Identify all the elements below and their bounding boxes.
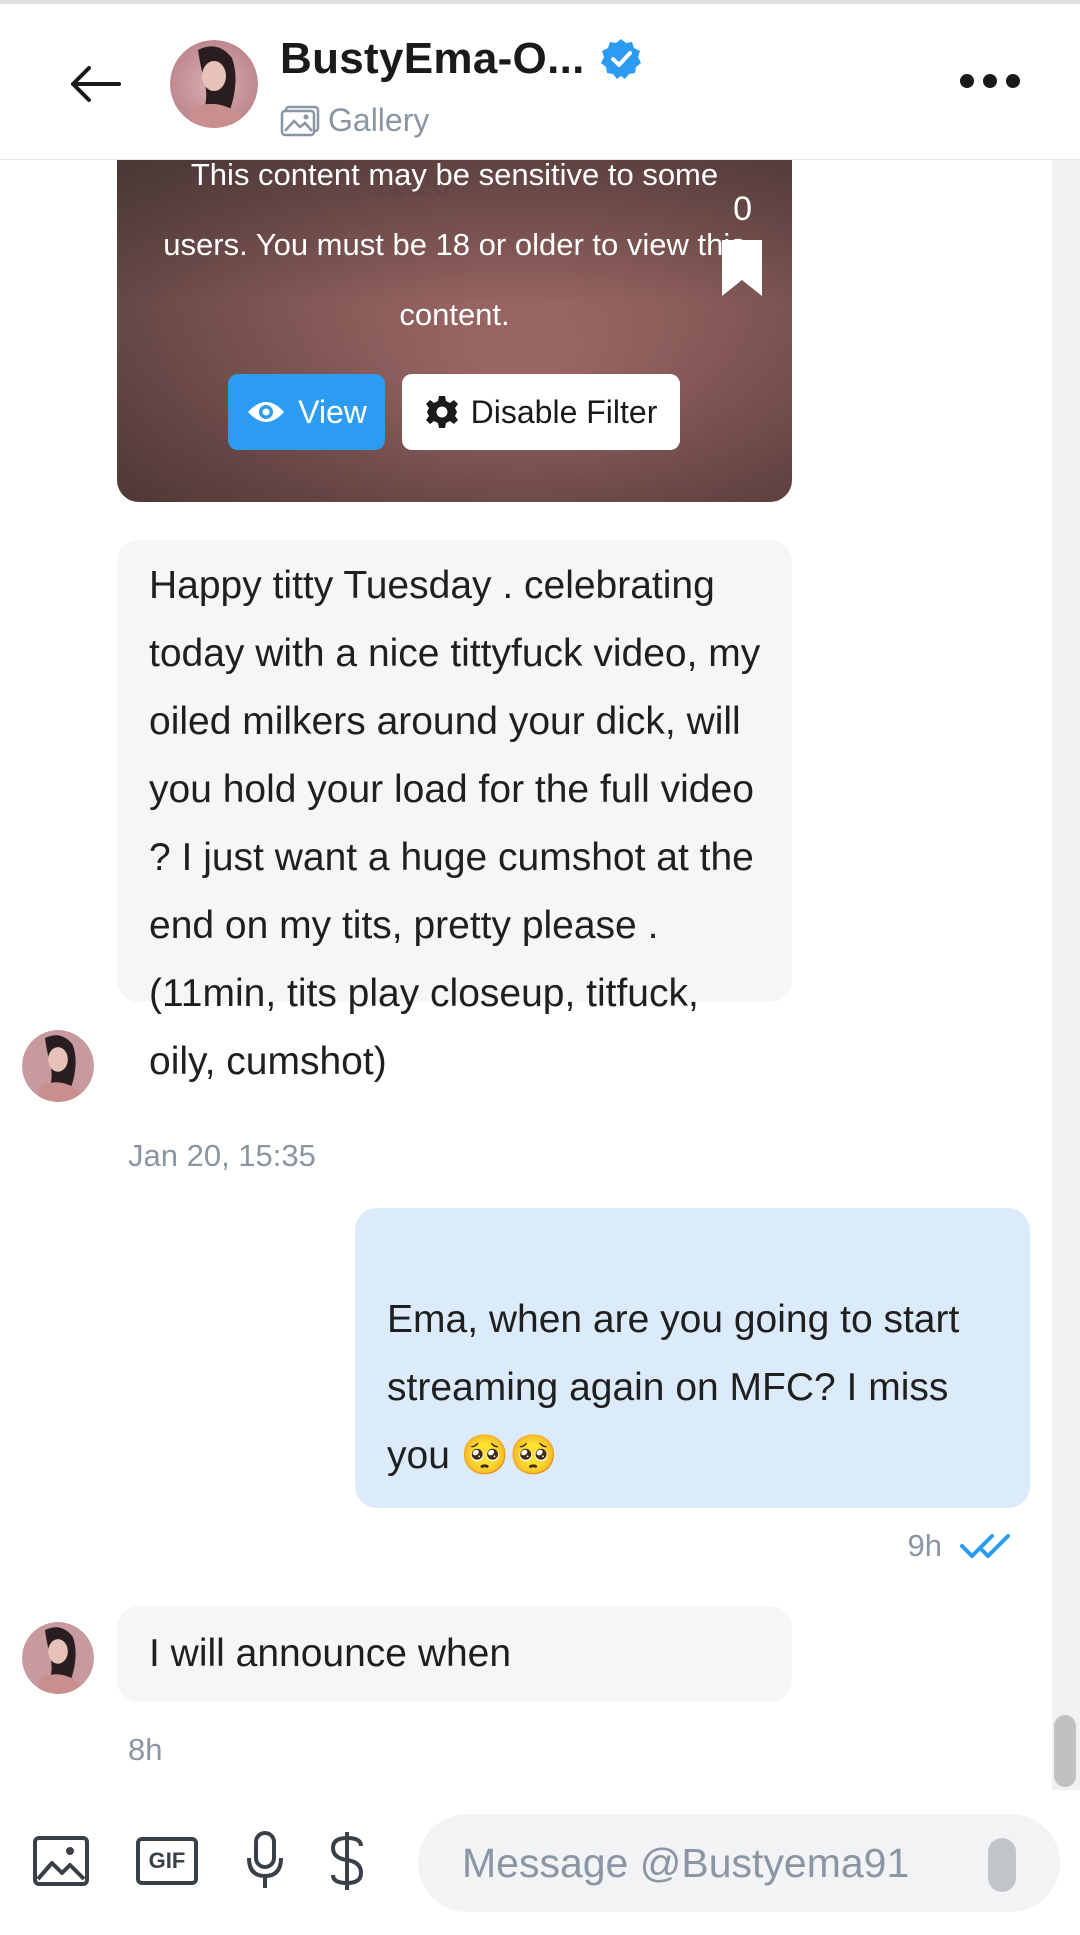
- voice-message-button[interactable]: [240, 1830, 290, 1892]
- gallery-icon: [280, 105, 320, 136]
- microphone-icon: [247, 1831, 283, 1888]
- view-label: View: [298, 393, 367, 430]
- disable-filter-button[interactable]: Disable Filter: [402, 374, 680, 450]
- message-timestamp: Jan 20, 15:35: [128, 1138, 316, 1173]
- verified-badge-icon: [600, 39, 641, 79]
- send-tip-button[interactable]: [324, 1830, 370, 1892]
- scrollbar-thumb[interactable]: [1054, 1715, 1076, 1787]
- view-button[interactable]: View: [228, 374, 385, 450]
- outgoing-message[interactable]: Ema, when are you going to start streami…: [355, 1208, 1030, 1508]
- gallery-label: Gallery: [328, 102, 430, 138]
- avatar[interactable]: [170, 40, 258, 128]
- incoming-message[interactable]: I will announce when: [117, 1606, 792, 1702]
- image-icon: [33, 1836, 89, 1886]
- gallery-link[interactable]: Gallery: [280, 102, 429, 139]
- incoming-message[interactable]: Happy titty Tuesday . celebrating today …: [117, 540, 792, 1083]
- gif-button[interactable]: GIF: [134, 1830, 200, 1892]
- message-composer: GIF: [0, 1790, 1080, 1935]
- like-count: 0: [733, 190, 752, 228]
- back-button[interactable]: [60, 54, 130, 114]
- input-scroll-indicator: [988, 1838, 1016, 1892]
- chat-header: BustyEma-O... Gallery: [0, 0, 1080, 160]
- disable-filter-label: Disable Filter: [470, 393, 658, 430]
- gear-icon: [425, 396, 458, 428]
- bookmark-icon[interactable]: [720, 238, 764, 298]
- sender-avatar[interactable]: [22, 1622, 94, 1694]
- message-timestamp: 9h: [907, 1528, 942, 1563]
- message-text: I will announce when: [149, 1632, 512, 1675]
- gif-icon: GIF: [136, 1837, 198, 1885]
- eye-icon: [248, 402, 285, 422]
- sensitive-content-notice: This content may be sensitive to some us…: [163, 160, 746, 332]
- back-arrow-icon: [71, 66, 121, 102]
- more-icon: [960, 74, 974, 88]
- media-message[interactable]: 11:26 This content may be sensitive to s…: [117, 160, 792, 502]
- attach-image-button[interactable]: [30, 1830, 92, 1892]
- read-receipt-icon: [960, 1534, 1010, 1558]
- chat-scrollbar[interactable]: [1052, 160, 1080, 1790]
- message-text: Ema, when are you going to start streami…: [387, 1298, 960, 1477]
- message-input[interactable]: [418, 1814, 1060, 1912]
- sender-avatar[interactable]: [22, 1030, 94, 1102]
- message-text: Happy titty Tuesday . celebrating today …: [149, 564, 761, 1083]
- page-title[interactable]: BustyEma-O...: [280, 34, 585, 84]
- message-status: 9h: [908, 1528, 1020, 1564]
- chat-thread[interactable]: 11:26 This content may be sensitive to s…: [0, 160, 1080, 1790]
- message-timestamp: 8h: [128, 1732, 163, 1767]
- more-options-button[interactable]: [960, 66, 1020, 96]
- dollar-icon: [330, 1832, 364, 1890]
